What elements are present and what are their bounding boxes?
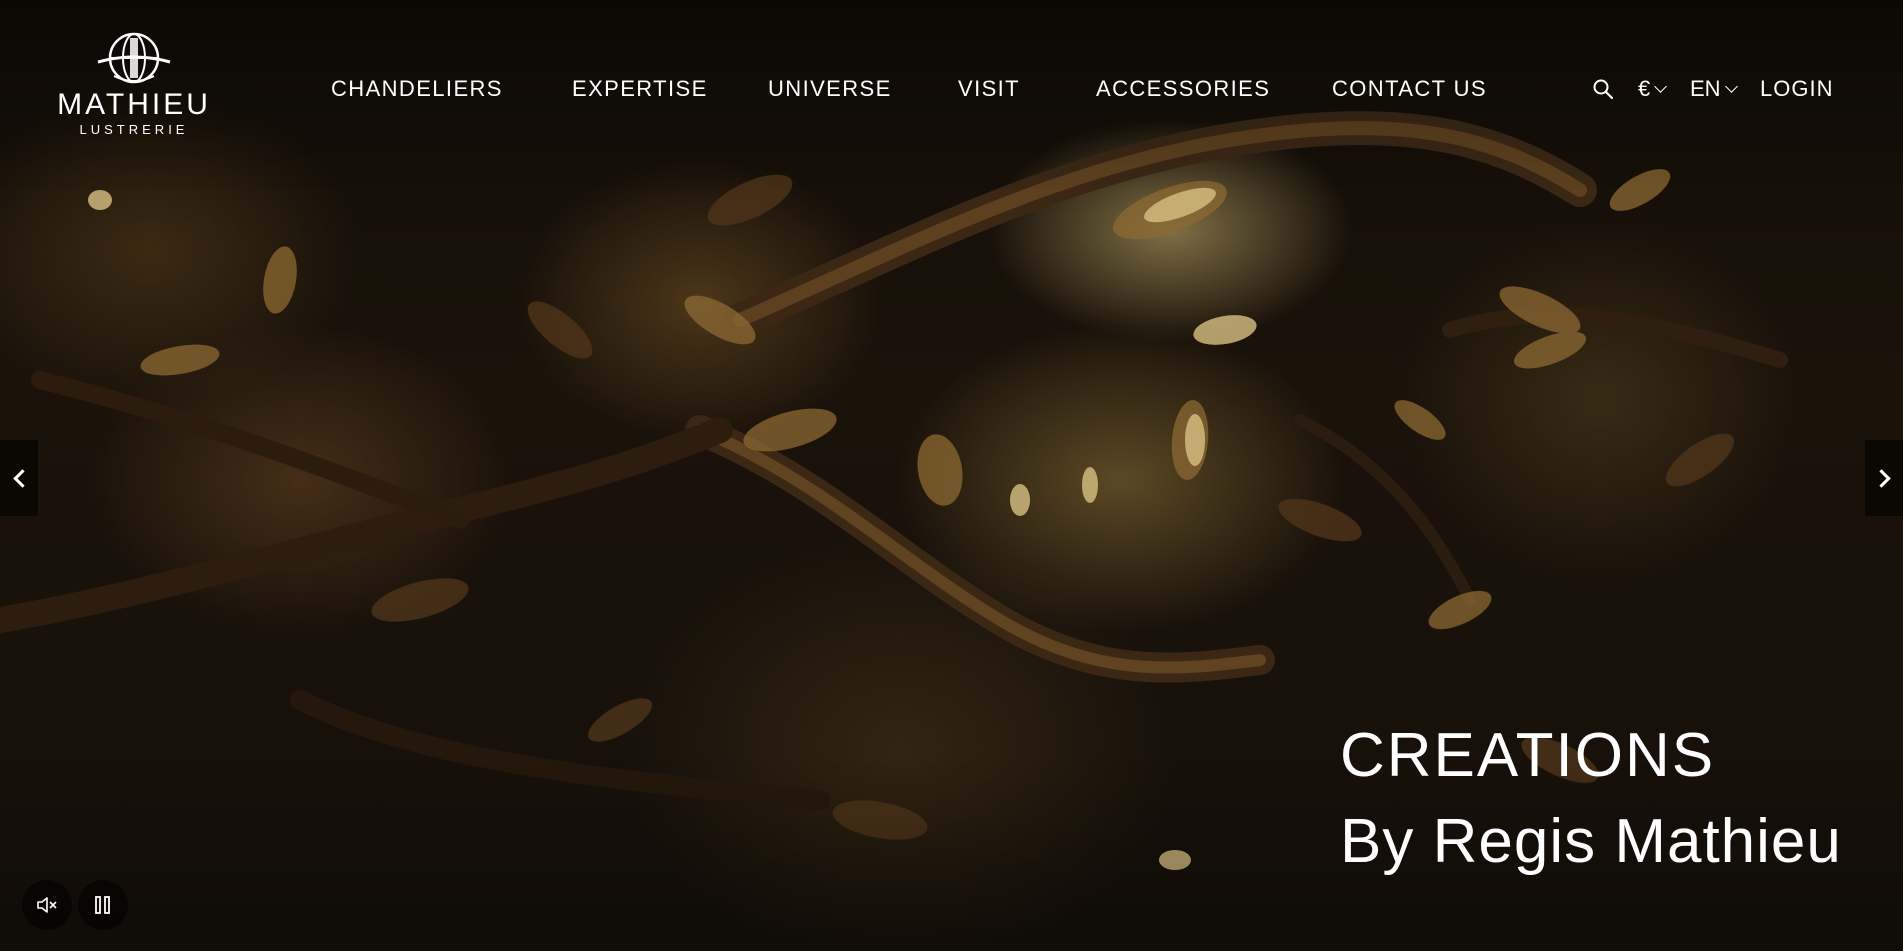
currency-value: € bbox=[1638, 76, 1651, 101]
hero-subtitle: By Regis Mathieu bbox=[1340, 807, 1842, 876]
language-selector[interactable]: EN bbox=[1690, 74, 1738, 104]
slider-next-button[interactable] bbox=[1865, 440, 1903, 516]
chevron-down-icon bbox=[1724, 79, 1738, 93]
chevron-down-icon bbox=[1654, 79, 1668, 93]
brand-subtitle: LUSTRERIE bbox=[79, 122, 189, 137]
search-icon bbox=[1593, 79, 1614, 100]
search-button[interactable] bbox=[1592, 78, 1614, 100]
currency-selector[interactable]: € bbox=[1638, 74, 1668, 104]
pause-icon bbox=[95, 896, 110, 914]
hero-title: CREATIONS bbox=[1340, 721, 1716, 790]
slider-prev-button[interactable] bbox=[0, 440, 38, 516]
header-tools: € EN LOGIN bbox=[0, 74, 1903, 104]
mute-button[interactable] bbox=[22, 880, 72, 930]
chevron-right-icon bbox=[1871, 468, 1891, 488]
pause-button[interactable] bbox=[78, 880, 128, 930]
hero-caption: CREATIONS By Regis Mathieu bbox=[1340, 720, 1842, 878]
login-link[interactable]: LOGIN bbox=[1760, 74, 1833, 104]
language-value: EN bbox=[1690, 76, 1721, 101]
chevron-left-icon bbox=[12, 468, 32, 488]
speaker-muted-icon bbox=[37, 897, 57, 913]
